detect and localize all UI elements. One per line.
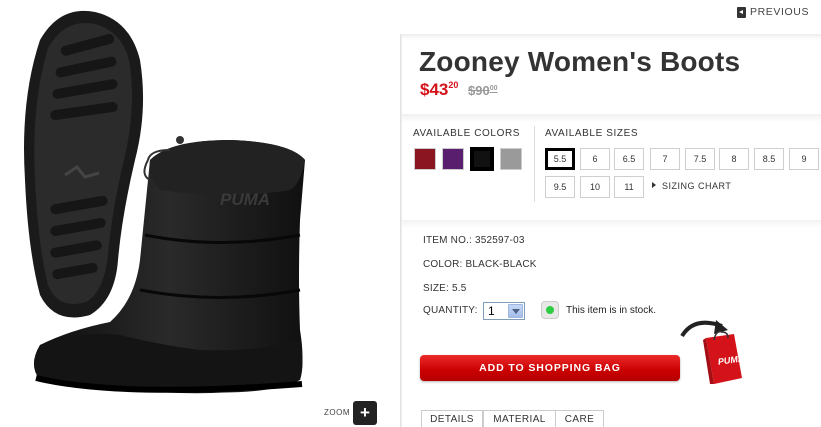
size-option-6[interactable]: 6 [580, 148, 610, 170]
in-stock-icon [541, 301, 559, 319]
color-value: COLOR: BLACK-BLACK [423, 259, 537, 270]
original-price-main: $90 [468, 83, 490, 98]
available-colors-label: AVAILABLE COLORS [413, 128, 521, 139]
sale-price-cents: 20 [448, 80, 459, 90]
add-to-shopping-bag-button[interactable]: ADD TO SHOPPING BAG [420, 355, 680, 381]
size-option-6-5[interactable]: 6.5 [614, 148, 644, 170]
available-sizes-label: AVAILABLE SIZES [545, 128, 639, 139]
quantity-select[interactable]: 1 [483, 302, 525, 320]
chevron-down-icon[interactable] [508, 304, 523, 318]
size-value: SIZE: 5.5 [423, 283, 467, 294]
options-divider [534, 126, 535, 202]
size-option-5-5[interactable]: 5.5 [545, 148, 575, 170]
original-price-cents: 00 [489, 85, 498, 92]
sizing-chart-link[interactable]: SIZING CHART [652, 181, 731, 191]
zoom-label: ZOOM [324, 408, 350, 417]
options-shadow [402, 114, 821, 122]
tab-care[interactable]: CARE [555, 410, 604, 427]
tab-details[interactable]: DETAILS [421, 410, 483, 427]
details-shadow [402, 220, 821, 228]
boot-logo-text: PUMA [220, 190, 270, 209]
color-swatch-black[interactable] [470, 147, 494, 171]
original-price: $9000 [468, 83, 498, 98]
size-option-8[interactable]: 8 [719, 148, 749, 170]
color-swatch-purple[interactable] [442, 148, 464, 170]
item-number: ITEM NO.: 352597-03 [423, 235, 525, 246]
zoom-button[interactable]: + [353, 401, 377, 425]
panel-divider [400, 34, 402, 427]
size-option-7[interactable]: 7 [650, 148, 680, 170]
color-swatch-gray[interactable] [500, 148, 522, 170]
tab-material[interactable]: MATERIAL [483, 410, 556, 427]
stock-status: This item is in stock. [566, 305, 657, 316]
sale-price-main: $43 [420, 80, 449, 99]
size-option-10[interactable]: 10 [580, 176, 610, 198]
product-image[interactable]: PUMA [0, 0, 400, 410]
size-option-11[interactable]: 11 [614, 176, 644, 198]
panel-top-shadow [402, 34, 821, 40]
previous-link[interactable]: PREVIOUS [737, 6, 809, 18]
shopping-bag-icon: PUMA [680, 320, 745, 384]
size-option-8-5[interactable]: 8.5 [754, 148, 784, 170]
boot-sole-graphic [24, 10, 144, 318]
size-option-7-5[interactable]: 7.5 [685, 148, 715, 170]
sale-price: $4320 [420, 80, 458, 100]
previous-arrow-icon [737, 6, 746, 18]
previous-label: PREVIOUS [750, 6, 810, 18]
quantity-label: QUANTITY: [423, 305, 478, 316]
product-title: Zooney Women's Boots [419, 46, 741, 77]
color-swatch-red[interactable] [414, 148, 436, 170]
size-option-9-5[interactable]: 9.5 [545, 176, 575, 198]
size-option-9[interactable]: 9 [789, 148, 819, 170]
quantity-value: 1 [488, 304, 495, 318]
